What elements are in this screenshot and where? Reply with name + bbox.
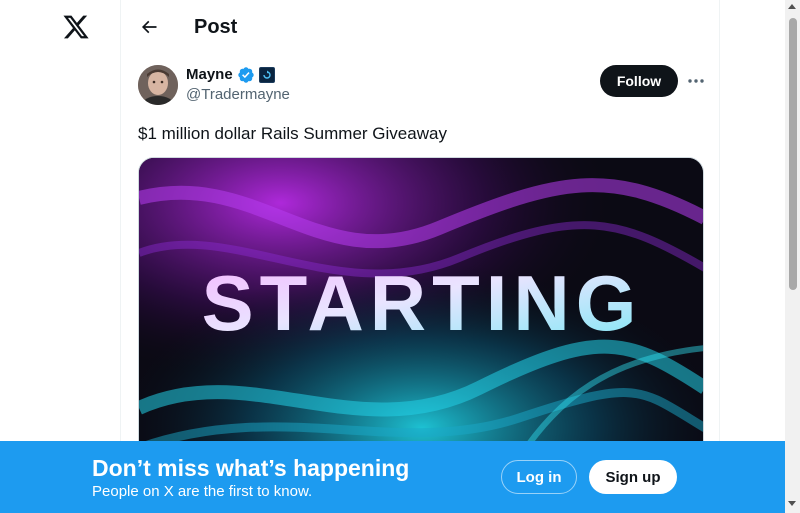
- more-horizontal-icon: [688, 79, 704, 83]
- header: Post: [121, 0, 721, 53]
- main-column: Post Mayne @Tradermayne Follow $1 millio…: [120, 0, 720, 513]
- tweet-text: $1 million dollar Rails Summer Giveaway: [138, 124, 447, 143]
- signup-button[interactable]: Sign up: [589, 460, 677, 494]
- banner-subtitle: People on X are the first to know.: [92, 483, 313, 500]
- page-scrollbar[interactable]: [785, 0, 800, 513]
- avatar[interactable]: [138, 65, 178, 105]
- verified-badge-icon: [237, 66, 255, 84]
- author-name[interactable]: Mayne: [186, 66, 233, 84]
- scroll-down-arrow-icon[interactable]: [788, 501, 796, 506]
- login-button[interactable]: Log in: [501, 460, 577, 494]
- more-button[interactable]: [685, 71, 707, 91]
- scroll-thumb[interactable]: [789, 18, 797, 290]
- author-handle[interactable]: @Tradermayne: [186, 86, 290, 104]
- banner-title: Don’t miss what’s happening: [92, 455, 410, 481]
- tweet-media-image[interactable]: STARTING: [138, 157, 704, 457]
- left-nav: [0, 0, 120, 513]
- scroll-up-arrow-icon[interactable]: [788, 4, 796, 9]
- x-logo-icon[interactable]: [62, 13, 90, 41]
- affiliate-badge-icon[interactable]: [259, 67, 275, 83]
- media-overlay-text: STARTING: [202, 259, 643, 347]
- arrow-left-icon: [141, 20, 157, 34]
- follow-button[interactable]: Follow: [600, 65, 678, 97]
- signup-banner: Don’t miss what’s happening People on X …: [0, 441, 785, 513]
- page-title: Post: [194, 16, 238, 38]
- back-button[interactable]: [135, 13, 163, 41]
